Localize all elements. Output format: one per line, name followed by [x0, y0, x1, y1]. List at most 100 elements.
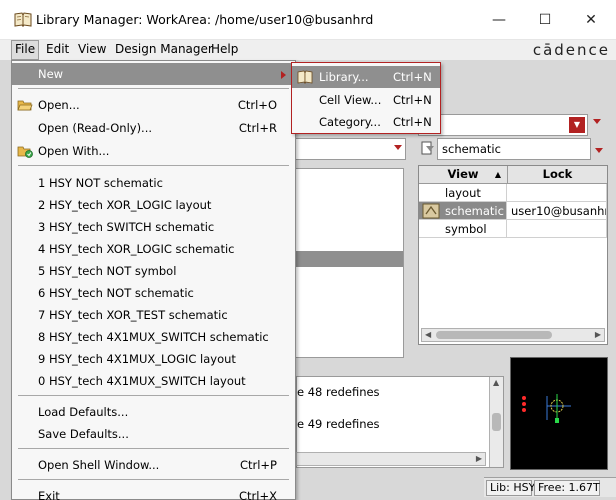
schematic-preview-drawing — [522, 394, 571, 423]
recent-file-item[interactable]: 2 HSY_tech XOR_LOGIC layout — [12, 194, 295, 216]
file-save-defaults-item[interactable]: Save Defaults... — [12, 423, 295, 445]
submenu-arrow-icon — [281, 71, 286, 79]
status-free: Free: 1.67T — [534, 480, 600, 496]
file-load-defaults-label: Load Defaults... — [38, 405, 129, 419]
view-column-label: View — [447, 167, 479, 181]
view-table[interactable]: View ▲ Lock layout schematic user10@busa… — [418, 165, 608, 345]
file-exit-item[interactable]: Exit Ctrl+X — [12, 485, 295, 500]
dropdown-arrow-icon[interactable] — [593, 119, 601, 124]
view-table-hscroll[interactable]: ◀ ▶ — [421, 328, 605, 342]
view-filter-combo[interactable]: schematic — [437, 138, 591, 160]
menu-design-manager[interactable]: Design Manager — [112, 40, 216, 60]
new-library-item[interactable]: Library... Ctrl+N — [292, 66, 440, 88]
recent-file-item[interactable]: 3 HSY_tech SWITCH schematic — [12, 216, 295, 238]
lock-cell — [507, 220, 607, 238]
recent-file-label: 3 HSY_tech SWITCH schematic — [38, 220, 215, 234]
view-cell: symbol — [419, 220, 507, 238]
scroll-right-icon[interactable]: ▶ — [595, 330, 601, 339]
file-save-defaults-label: Save Defaults... — [38, 427, 129, 441]
brand-logo: cādence — [532, 41, 610, 59]
menu-edit[interactable]: Edit — [43, 40, 72, 60]
recent-file-item[interactable]: 4 HSY_tech XOR_LOGIC schematic — [12, 238, 295, 260]
recent-file-item[interactable]: 7 HSY_tech XOR_TEST schematic — [12, 304, 295, 326]
log-hscroll[interactable]: ▶ — [296, 452, 486, 466]
menu-separator — [18, 395, 289, 396]
cell-filter-combo[interactable] — [280, 138, 406, 160]
recent-file-label: 6 HSY_tech NOT schematic — [38, 286, 194, 300]
menu-separator — [18, 479, 289, 480]
window-titlebar: Library Manager: WorkArea: /home/user10@… — [0, 0, 616, 40]
minimize-button[interactable]: — — [484, 8, 514, 32]
sort-up-icon: ▲ — [494, 170, 501, 179]
status-lib: Lib: HSY — [486, 480, 535, 496]
log-vscroll[interactable]: ▲ — [489, 377, 503, 467]
menu-file-label: File — [15, 42, 36, 56]
maximize-button[interactable]: ☐ — [530, 8, 560, 32]
chevron-down-icon[interactable]: ▼ — [569, 117, 585, 133]
file-new-item[interactable]: New — [12, 63, 295, 85]
lock-cell — [507, 184, 607, 202]
new-cellview-label: Cell View... — [319, 93, 382, 107]
menu-separator — [18, 165, 289, 166]
recent-file-label: 8 HSY_tech 4X1MUX_SWITCH schematic — [38, 330, 269, 344]
file-open-shell-shortcut: Ctrl+P — [239, 458, 277, 472]
lock-cell: user10@busanhrd — [507, 202, 607, 220]
file-exit-label: Exit — [38, 489, 60, 500]
new-category-item[interactable]: Category... Ctrl+N — [292, 111, 440, 133]
file-open-with-label: Open With... — [38, 144, 110, 158]
recent-file-label: 0 HSY_tech 4X1MUX_SWITCH layout — [38, 374, 246, 388]
file-open-shell-label: Open Shell Window... — [38, 458, 160, 472]
file-open-with-item[interactable]: Open With... — [12, 140, 295, 162]
recent-file-item[interactable]: 6 HSY_tech NOT schematic — [12, 282, 295, 304]
recent-file-item[interactable]: 0 HSY_tech 4X1MUX_SWITCH layout — [12, 370, 295, 392]
close-button[interactable]: ✕ — [576, 8, 606, 32]
file-load-defaults-item[interactable]: Load Defaults... — [12, 401, 295, 423]
new-category-label: Category... — [319, 115, 381, 129]
file-open-readonly-label: Open (Read-Only)... — [38, 121, 153, 135]
library-icon — [297, 70, 313, 84]
book-icon — [14, 12, 32, 27]
scroll-right-icon[interactable]: ▶ — [476, 454, 482, 463]
recent-file-item[interactable]: 1 HSY NOT schematic — [12, 172, 295, 194]
recent-file-item[interactable]: 9 HSY_tech 4X1MUX_LOGIC layout — [12, 348, 295, 370]
log-line: e 49 redefines — [297, 417, 380, 431]
recent-file-label: 5 HSY_tech NOT symbol — [38, 264, 177, 278]
statusbar: Lib: HSY Free: 1.67T — [484, 477, 616, 497]
cell-list-selected-row[interactable] — [281, 251, 403, 267]
menu-file[interactable]: File — [11, 40, 40, 60]
view-column-header[interactable]: View ▲ — [419, 166, 507, 184]
menu-edit-label: Edit — [46, 42, 70, 56]
lock-column-header[interactable]: Lock — [507, 166, 607, 184]
log-line: e 48 redefines — [297, 385, 380, 399]
view-filter-value: schematic — [442, 142, 501, 156]
menu-view[interactable]: View — [75, 40, 109, 60]
file-open-shell-item[interactable]: Open Shell Window... Ctrl+P — [12, 454, 295, 476]
chevron-down-icon — [394, 145, 402, 150]
close-icon: ✕ — [585, 12, 597, 28]
new-cellview-shortcut: Ctrl+N — [393, 93, 432, 107]
cell-list[interactable] — [280, 168, 404, 358]
menu-separator — [18, 448, 289, 449]
recent-file-item[interactable]: 8 HSY_tech 4X1MUX_SWITCH schematic — [12, 326, 295, 348]
recent-file-label: 7 HSY_tech XOR_TEST schematic — [38, 308, 228, 322]
recent-file-label: 2 HSY_tech XOR_LOGIC layout — [38, 198, 212, 212]
new-cellview-item[interactable]: Cell View... Ctrl+N — [292, 89, 440, 111]
recent-file-item[interactable]: 5 HSY_tech NOT symbol — [12, 260, 295, 282]
file-exit-shortcut: Ctrl+X — [239, 489, 277, 500]
chevron-down-icon[interactable] — [595, 148, 603, 153]
file-open-item[interactable]: Open... Ctrl+O — [12, 94, 295, 116]
file-open-label: Open... — [38, 98, 80, 112]
new-library-shortcut: Ctrl+N — [393, 70, 432, 84]
new-submenu: Library... Ctrl+N Cell View... Ctrl+N Ca… — [291, 62, 441, 134]
lock-column-label: Lock — [542, 167, 573, 181]
scroll-thumb[interactable] — [436, 331, 552, 339]
scroll-thumb[interactable] — [492, 413, 501, 431]
category-combo[interactable]: ▼ — [418, 114, 588, 136]
window-title: Library Manager: WorkArea: /home/user10@… — [36, 12, 374, 27]
menu-help[interactable]: Help — [208, 40, 241, 60]
scroll-up-icon[interactable]: ▲ — [493, 378, 499, 387]
view-filter-icon — [421, 141, 434, 155]
recent-file-label: 9 HSY_tech 4X1MUX_LOGIC layout — [38, 352, 236, 366]
file-open-readonly-item[interactable]: Open (Read-Only)... Ctrl+R — [12, 117, 295, 139]
scroll-left-icon[interactable]: ◀ — [425, 330, 431, 339]
